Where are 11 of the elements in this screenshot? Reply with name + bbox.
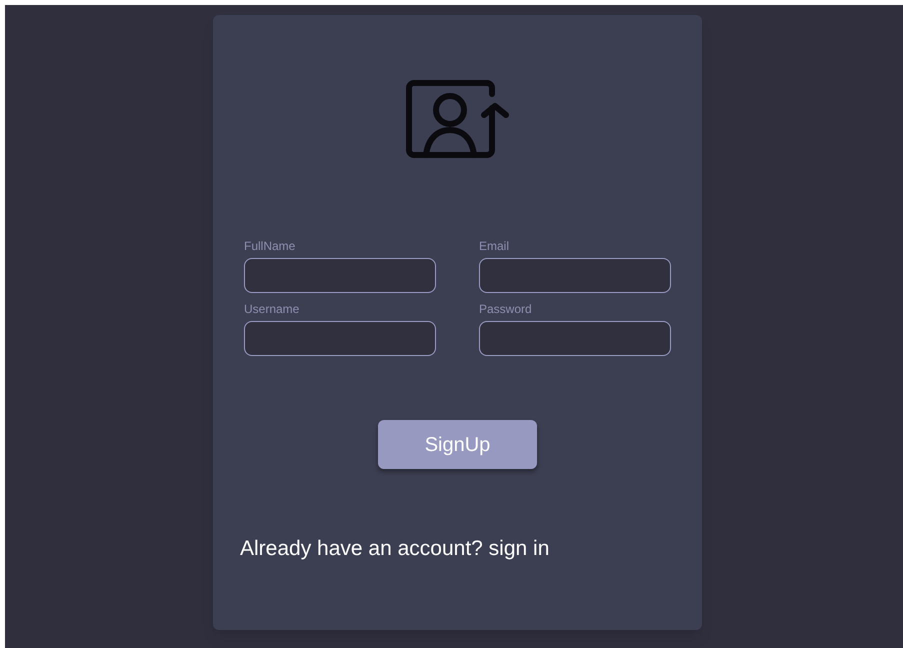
input-field[interactable]	[479, 258, 671, 293]
field-label: Password	[479, 301, 533, 317]
input-field[interactable]	[479, 321, 671, 356]
user-portrait-upload-icon	[406, 78, 510, 160]
field-label: FullName	[244, 238, 296, 254]
input-field[interactable]	[244, 258, 436, 293]
field-label: Username	[244, 301, 300, 317]
input-field[interactable]	[244, 321, 436, 356]
signin-prompt: Already have an account? sign in	[240, 537, 550, 560]
field-label: Email	[479, 238, 510, 254]
signup-button[interactable]: SignUp	[378, 420, 537, 469]
